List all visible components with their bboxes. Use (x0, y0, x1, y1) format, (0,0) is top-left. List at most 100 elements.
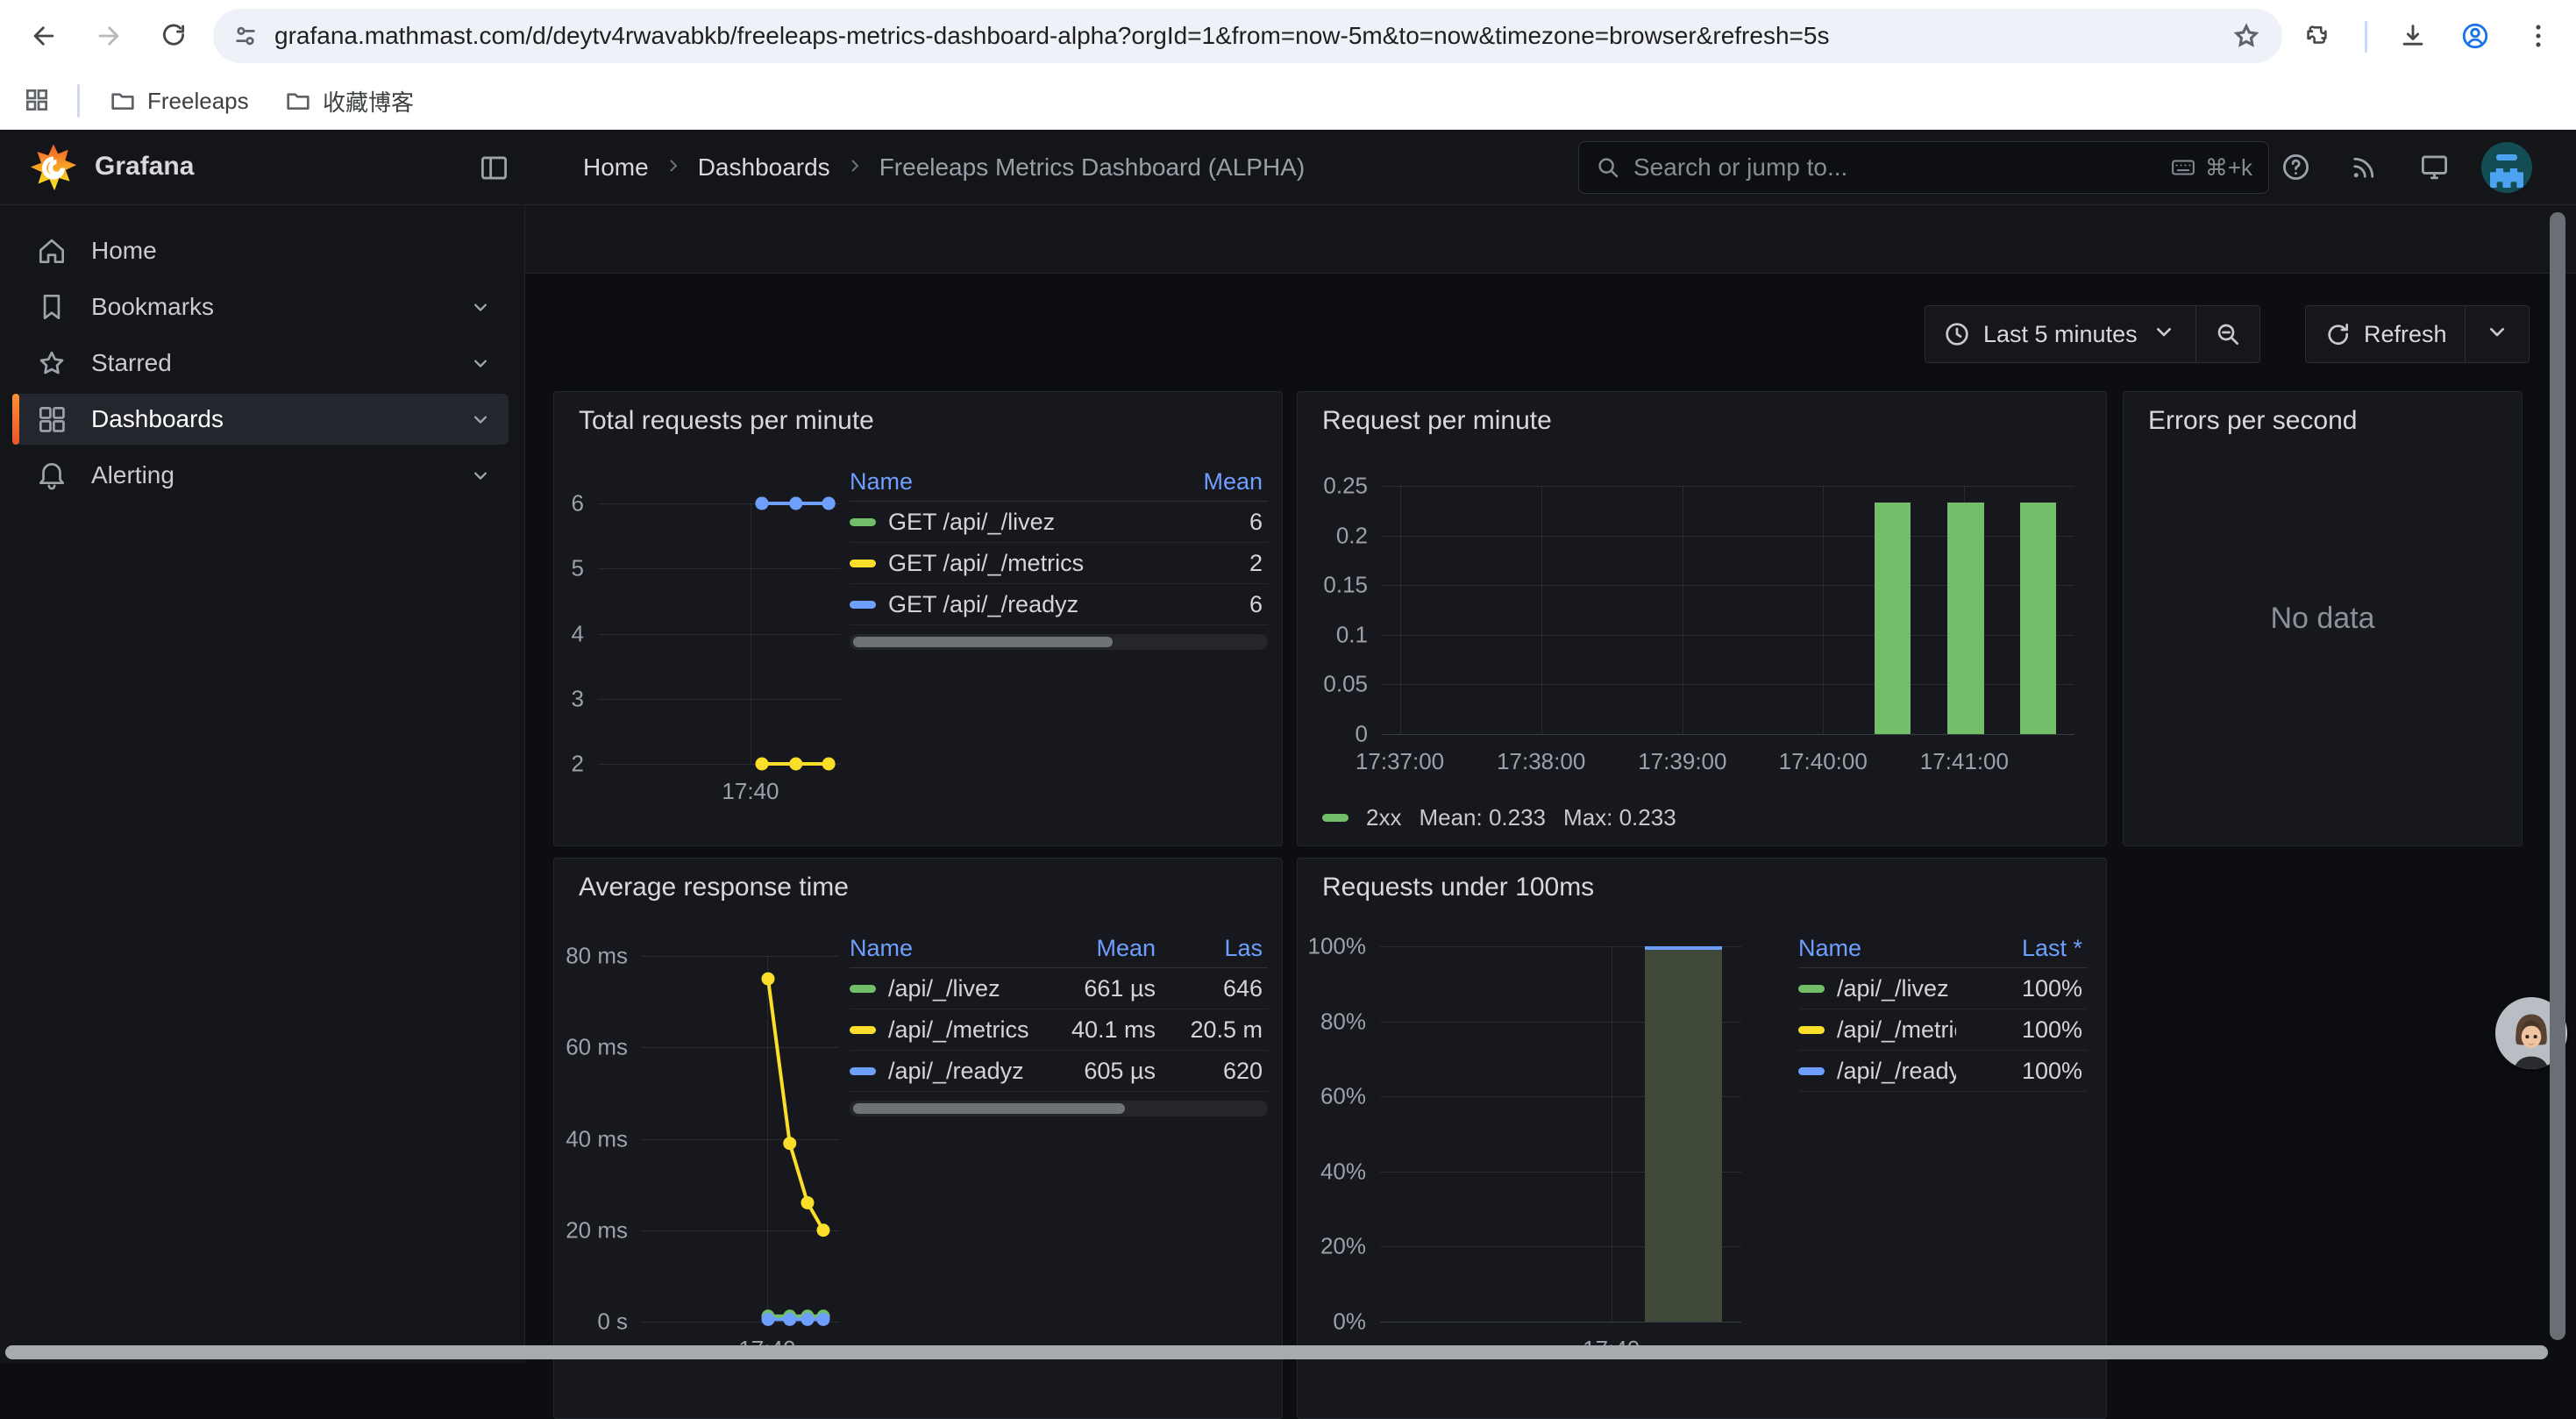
panel-title[interactable]: Average response time (579, 873, 849, 902)
series-name[interactable]: /api/_/metrics (850, 1016, 1047, 1044)
chevron-right-icon (663, 155, 684, 181)
gridline-y (1382, 486, 2074, 487)
series-value: 100% (1956, 1016, 2088, 1044)
kebab-menu-icon (2523, 21, 2553, 51)
time-range-picker[interactable]: Last 5 minutes (1925, 306, 2195, 362)
breadcrumb-dashboards[interactable]: Dashboards (698, 153, 830, 182)
y-axis-tick: 3 (558, 685, 584, 712)
sidebar-item-home[interactable]: Home (12, 225, 509, 276)
dock-sidebar-toggle[interactable] (478, 152, 510, 189)
chevron-right-icon (844, 155, 865, 181)
chevron-down-icon[interactable] (468, 351, 493, 375)
series-name[interactable]: GET /api/_/livez (850, 509, 1145, 536)
app-title: Grafana (95, 152, 194, 182)
refresh-button[interactable]: Refresh (2306, 306, 2465, 362)
series-swatch (850, 1067, 876, 1075)
back-icon (29, 21, 59, 51)
y-axis-tick: 2 (558, 751, 584, 778)
no-data-message: No data (2124, 392, 2522, 845)
forward-button[interactable] (88, 15, 130, 57)
panel-title[interactable]: Total requests per minute (579, 406, 874, 436)
reload-button[interactable] (153, 15, 195, 57)
grafana-header: Grafana Home Dashboards Freeleaps Metric… (0, 130, 2576, 205)
y-axis-tick: 60% (1303, 1083, 1366, 1110)
back-button[interactable] (23, 15, 65, 57)
breadcrumb-current: Freeleaps Metrics Dashboard (ALPHA) (879, 153, 1306, 182)
site-settings-icon[interactable] (232, 23, 259, 49)
time-range-group: Last 5 minutes (1925, 305, 2260, 363)
kiosk-mode-button[interactable] (2418, 151, 2451, 188)
panel-total-requests: Total requests per minute 6543217:40 Nam… (553, 391, 1283, 846)
y-axis-tick: 0.2 (1303, 522, 1368, 549)
address-bar[interactable]: grafana.mathmast.com/d/deytv4rwavabkb/fr… (213, 9, 2282, 63)
avatar-pixel-art (2490, 168, 2523, 188)
table-row: GET /api/_/readyz6 (850, 584, 1268, 625)
bookmark-folder-blogs[interactable]: 收藏博客 (268, 79, 430, 123)
download-icon (2398, 21, 2428, 51)
chevron-down-icon[interactable] (468, 407, 493, 431)
extensions-puzzle-icon (2302, 21, 2332, 51)
x-axis-tick: 17:37:00 (1356, 748, 1444, 775)
table-row: /api/_/readyz100% (1798, 1051, 2088, 1092)
page-horizontal-scrollbar[interactable] (5, 1345, 2548, 1359)
forward-icon (94, 21, 124, 51)
bookmark-folder-freeleaps[interactable]: Freeleaps (93, 79, 265, 123)
search-input[interactable]: Search or jump to... ⌘+k (1578, 141, 2269, 194)
table-scrollbar[interactable] (850, 634, 1268, 650)
downloads-button[interactable] (2392, 15, 2434, 57)
column-header[interactable]: Name (1798, 935, 1956, 962)
legend-table-header: NameMeanLas (850, 930, 1268, 968)
panel-title[interactable]: Requests under 100ms (1322, 873, 1594, 902)
sidebar-item-bookmarks[interactable]: Bookmarks (12, 282, 509, 332)
breadcrumb-home[interactable]: Home (583, 153, 649, 182)
apps-button[interactable] (23, 86, 51, 118)
series-name[interactable]: /api/_/readyz (1798, 1058, 1956, 1085)
panel-average-response-time: Average response time 80 ms60 ms40 ms20 … (553, 858, 1283, 1419)
chevron-down-icon[interactable] (468, 463, 493, 488)
refresh-interval-button[interactable] (2465, 306, 2529, 362)
column-header[interactable]: Name (850, 468, 1145, 496)
user-avatar[interactable] (2481, 142, 2532, 193)
news-button[interactable] (2348, 151, 2380, 188)
table-row: /api/_/metrics100% (1798, 1009, 2088, 1051)
menu-button[interactable] (2517, 15, 2559, 57)
gridline-y (1382, 734, 2074, 735)
help-button[interactable] (2280, 151, 2312, 188)
series-swatch (850, 601, 876, 609)
series-swatch (1798, 1026, 1825, 1034)
series-name[interactable]: GET /api/_/readyz (850, 591, 1145, 618)
grid-icon (35, 403, 68, 436)
series-name[interactable]: GET /api/_/metrics (850, 550, 1145, 577)
help-icon (2280, 151, 2312, 183)
x-axis-tick: 17:41:00 (1920, 748, 2009, 775)
time-range-label: Last 5 minutes (1983, 321, 2138, 348)
series-value: 605 µs (1047, 1058, 1161, 1085)
bookmark-star-icon[interactable] (2231, 21, 2261, 51)
chevron-down-icon[interactable] (468, 295, 493, 319)
column-header[interactable]: Las (1161, 935, 1268, 962)
series-name[interactable]: /api/_/metrics (1798, 1016, 1956, 1044)
column-header[interactable]: Mean (1145, 468, 1268, 496)
table-scrollbar[interactable] (850, 1101, 1268, 1116)
chart-legend[interactable]: 2xx Mean: 0.233 Max: 0.233 (1322, 804, 1676, 831)
legend-table-header: NameMean (850, 463, 1268, 502)
sidebar-item-dashboards[interactable]: Dashboards (12, 394, 509, 445)
zoom-out-time-button[interactable] (2195, 306, 2259, 362)
series-value: 2 (1145, 550, 1268, 577)
sidebar-item-starred[interactable]: Starred (12, 338, 509, 389)
series-name[interactable]: /api/_/livez (1798, 975, 1956, 1002)
profile-avatar-icon (2460, 21, 2490, 51)
series-name[interactable]: /api/_/readyz (850, 1058, 1047, 1085)
x-axis-tick: 17:40:00 (1779, 748, 1868, 775)
profile-button[interactable] (2454, 15, 2496, 57)
column-header[interactable]: Name (850, 935, 1047, 962)
sidebar-item-alerting[interactable]: Alerting (12, 450, 509, 501)
column-header[interactable]: Last * (1956, 935, 2088, 962)
extensions-button[interactable] (2296, 15, 2338, 57)
folder-icon (284, 87, 312, 115)
grafana-logo[interactable] (28, 142, 79, 193)
panel-title[interactable]: Request per minute (1322, 406, 1552, 436)
series-name[interactable]: /api/_/livez (850, 975, 1047, 1002)
page-vertical-scrollbar[interactable] (2550, 212, 2565, 1340)
column-header[interactable]: Mean (1047, 935, 1161, 962)
